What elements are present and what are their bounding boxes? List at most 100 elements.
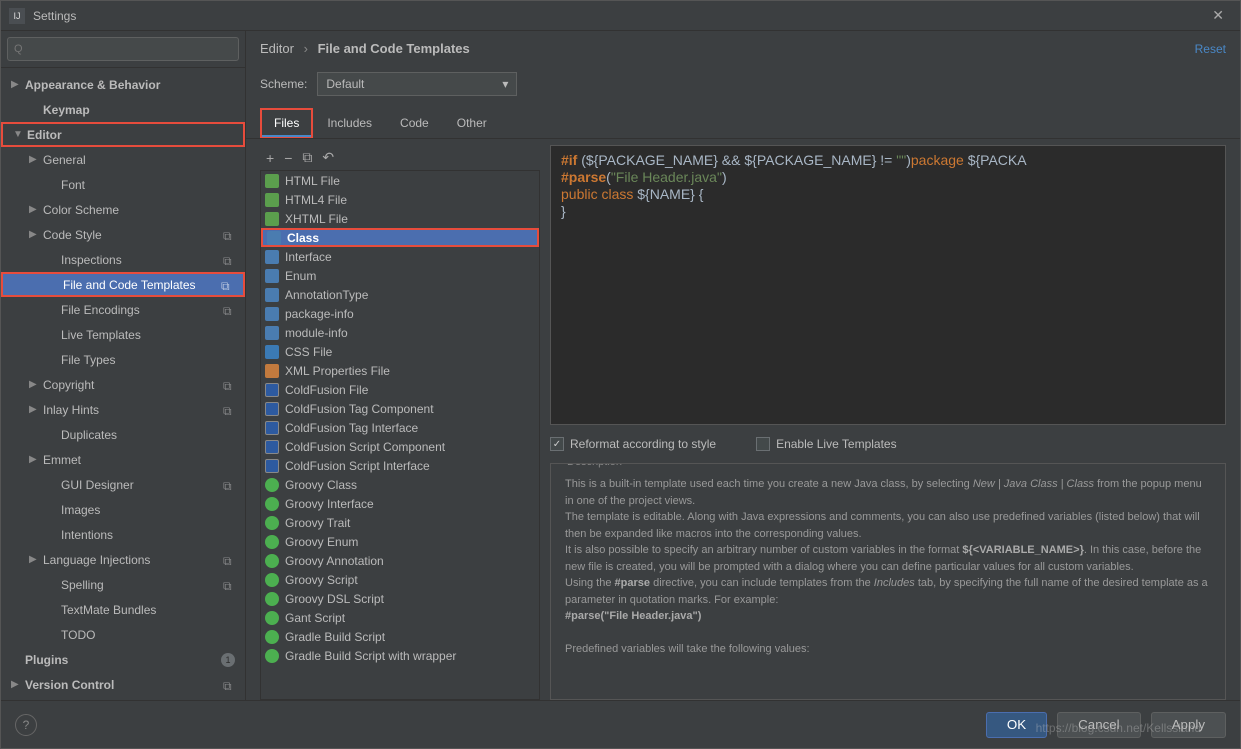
sidebar-item-images[interactable]: Images bbox=[1, 497, 245, 522]
template-editor[interactable]: #if (${PACKAGE_NAME} && ${PACKAGE_NAME} … bbox=[550, 145, 1226, 425]
sidebar-item-emmet[interactable]: ▶Emmet bbox=[1, 447, 245, 472]
file-type-icon bbox=[265, 421, 279, 435]
tab-files[interactable]: Files bbox=[260, 108, 313, 138]
arrow-icon: ▶ bbox=[29, 554, 43, 565]
template-package-info[interactable]: package-info bbox=[261, 304, 539, 323]
tree-label: Language Injections bbox=[43, 553, 150, 567]
template-coldfusion-file[interactable]: ColdFusion File bbox=[261, 380, 539, 399]
sidebar-item-keymap[interactable]: Keymap bbox=[1, 97, 245, 122]
apply-button[interactable]: Apply bbox=[1151, 712, 1226, 738]
tab-other[interactable]: Other bbox=[443, 108, 501, 138]
settings-tree[interactable]: ▶Appearance & BehaviorKeymap▼Editor▶Gene… bbox=[1, 68, 245, 700]
template-groovy-interface[interactable]: Groovy Interface bbox=[261, 494, 539, 513]
file-type-icon bbox=[265, 307, 279, 321]
template-label: Gradle Build Script with wrapper bbox=[285, 649, 456, 663]
template-module-info[interactable]: module-info bbox=[261, 323, 539, 342]
copy-icon: ⧉ bbox=[223, 304, 235, 316]
tab-code[interactable]: Code bbox=[386, 108, 443, 138]
sidebar-item-todo[interactable]: TODO bbox=[1, 622, 245, 647]
sidebar-item-version-control[interactable]: ▶Version Control⧉ bbox=[1, 672, 245, 697]
sidebar-item-inspections[interactable]: Inspections⧉ bbox=[1, 247, 245, 272]
template-groovy-class[interactable]: Groovy Class bbox=[261, 475, 539, 494]
sidebar-item-color-scheme[interactable]: ▶Color Scheme bbox=[1, 197, 245, 222]
reformat-label: Reformat according to style bbox=[570, 437, 716, 451]
sidebar-item-file-types[interactable]: File Types bbox=[1, 347, 245, 372]
template-coldfusion-tag-component[interactable]: ColdFusion Tag Component bbox=[261, 399, 539, 418]
help-button[interactable]: ? bbox=[15, 714, 37, 736]
search-input[interactable] bbox=[7, 37, 239, 61]
sidebar-item-language-injections[interactable]: ▶Language Injections⧉ bbox=[1, 547, 245, 572]
file-type-icon bbox=[265, 364, 279, 378]
ok-button[interactable]: OK bbox=[986, 712, 1047, 738]
add-button[interactable]: + bbox=[266, 150, 274, 166]
template-css-file[interactable]: CSS File bbox=[261, 342, 539, 361]
reset-link[interactable]: Reset bbox=[1195, 42, 1226, 56]
template-label: Groovy Annotation bbox=[285, 554, 384, 568]
undo-button[interactable]: ↶ bbox=[322, 149, 334, 166]
template-enum[interactable]: Enum bbox=[261, 266, 539, 285]
sidebar-item-font[interactable]: Font bbox=[1, 172, 245, 197]
sidebar-item-plugins[interactable]: Plugins1 bbox=[1, 647, 245, 672]
sidebar-item-general[interactable]: ▶General bbox=[1, 147, 245, 172]
cancel-button[interactable]: Cancel bbox=[1057, 712, 1141, 738]
template-coldfusion-tag-interface[interactable]: ColdFusion Tag Interface bbox=[261, 418, 539, 437]
copy-icon: ⧉ bbox=[223, 229, 235, 241]
template-html-file[interactable]: HTML File bbox=[261, 171, 539, 190]
copy-button[interactable]: ⧉ bbox=[302, 149, 312, 166]
template-groovy-dsl-script[interactable]: Groovy DSL Script bbox=[261, 589, 539, 608]
template-gradle-build-script-with-wrapper[interactable]: Gradle Build Script with wrapper bbox=[261, 646, 539, 665]
reformat-checkbox[interactable]: Reformat according to style bbox=[550, 437, 716, 451]
sidebar-item-file-and-code-templates[interactable]: File and Code Templates⧉ bbox=[1, 272, 245, 297]
sidebar-item-inlay-hints[interactable]: ▶Inlay Hints⧉ bbox=[1, 397, 245, 422]
sidebar-item-textmate-bundles[interactable]: TextMate Bundles bbox=[1, 597, 245, 622]
template-gradle-build-script[interactable]: Gradle Build Script bbox=[261, 627, 539, 646]
tree-label: File Types bbox=[61, 353, 115, 367]
sidebar-item-code-style[interactable]: ▶Code Style⧉ bbox=[1, 222, 245, 247]
template-groovy-annotation[interactable]: Groovy Annotation bbox=[261, 551, 539, 570]
copy-icon: ⧉ bbox=[221, 279, 233, 291]
tab-includes[interactable]: Includes bbox=[313, 108, 386, 138]
template-gant-script[interactable]: Gant Script bbox=[261, 608, 539, 627]
template-interface[interactable]: Interface bbox=[261, 247, 539, 266]
template-class[interactable]: Class bbox=[261, 228, 539, 247]
template-groovy-enum[interactable]: Groovy Enum bbox=[261, 532, 539, 551]
sidebar-item-intentions[interactable]: Intentions bbox=[1, 522, 245, 547]
template-groovy-trait[interactable]: Groovy Trait bbox=[261, 513, 539, 532]
sidebar-item-spelling[interactable]: Spelling⧉ bbox=[1, 572, 245, 597]
sidebar-item-live-templates[interactable]: Live Templates bbox=[1, 322, 245, 347]
sidebar-item-gui-designer[interactable]: GUI Designer⧉ bbox=[1, 472, 245, 497]
copy-icon: ⧉ bbox=[223, 579, 235, 591]
tree-label: General bbox=[43, 153, 86, 167]
remove-button[interactable]: − bbox=[284, 150, 292, 166]
template-xml-properties-file[interactable]: XML Properties File bbox=[261, 361, 539, 380]
copy-icon: ⧉ bbox=[223, 479, 235, 491]
template-label: AnnotationType bbox=[285, 288, 368, 302]
template-label: Groovy Class bbox=[285, 478, 357, 492]
live-templates-checkbox[interactable]: Enable Live Templates bbox=[756, 437, 897, 451]
breadcrumb-editor: Editor bbox=[260, 41, 294, 56]
sidebar-item-editor[interactable]: ▼Editor bbox=[1, 122, 245, 147]
template-list[interactable]: HTML FileHTML4 FileXHTML FileClassInterf… bbox=[260, 171, 540, 700]
template-groovy-script[interactable]: Groovy Script bbox=[261, 570, 539, 589]
file-type-icon bbox=[265, 383, 279, 397]
copy-icon: ⧉ bbox=[223, 679, 235, 691]
arrow-icon: ▶ bbox=[11, 679, 25, 690]
template-html4-file[interactable]: HTML4 File bbox=[261, 190, 539, 209]
scheme-select[interactable]: Default ▾ bbox=[317, 72, 517, 96]
sidebar-item-file-encodings[interactable]: File Encodings⧉ bbox=[1, 297, 245, 322]
tree-label: TextMate Bundles bbox=[61, 603, 156, 617]
template-xhtml-file[interactable]: XHTML File bbox=[261, 209, 539, 228]
template-coldfusion-script-component[interactable]: ColdFusion Script Component bbox=[261, 437, 539, 456]
close-icon[interactable]: ✕ bbox=[1204, 3, 1232, 28]
file-type-icon bbox=[265, 554, 279, 568]
sidebar-item-duplicates[interactable]: Duplicates bbox=[1, 422, 245, 447]
file-type-icon bbox=[265, 535, 279, 549]
checkbox-icon bbox=[756, 437, 770, 451]
arrow-icon: ▶ bbox=[29, 154, 43, 165]
template-annotationtype[interactable]: AnnotationType bbox=[261, 285, 539, 304]
template-label: package-info bbox=[285, 307, 354, 321]
sidebar-item-appearance-behavior[interactable]: ▶Appearance & Behavior bbox=[1, 72, 245, 97]
sidebar-item-copyright[interactable]: ▶Copyright⧉ bbox=[1, 372, 245, 397]
live-label: Enable Live Templates bbox=[776, 437, 897, 451]
template-coldfusion-script-interface[interactable]: ColdFusion Script Interface bbox=[261, 456, 539, 475]
